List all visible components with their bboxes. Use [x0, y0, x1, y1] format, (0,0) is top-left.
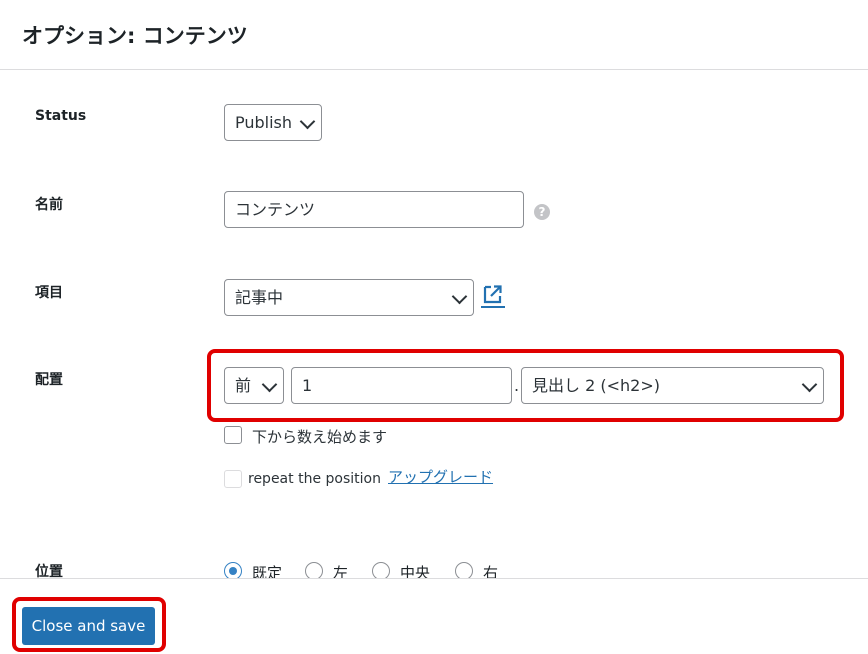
- count-from-bottom-checkbox[interactable]: [224, 426, 242, 444]
- placement-number-input[interactable]: 1: [291, 367, 512, 404]
- upgrade-link[interactable]: アップグレード: [388, 466, 493, 487]
- item-label: 項目: [35, 285, 63, 301]
- placement-heading-value: 見出し 2 (<h2>): [532, 376, 660, 395]
- options-form: Status Publish 名前 コンテンツ ? 項目 記事中 配置 前 1 …: [0, 71, 868, 578]
- alignment-radio-right[interactable]: [455, 562, 473, 578]
- status-select-value: Publish: [235, 113, 293, 132]
- placement-number-value: 1: [302, 376, 313, 395]
- item-select-value: 記事中: [235, 288, 284, 307]
- chevron-down-icon: [299, 113, 316, 130]
- alignment-radio-left[interactable]: [305, 562, 323, 578]
- alignment-radio-center[interactable]: [372, 562, 390, 578]
- item-select[interactable]: 記事中: [224, 279, 474, 316]
- chevron-down-icon: [261, 376, 278, 393]
- close-and-save-button[interactable]: Close and save: [22, 607, 155, 645]
- count-from-bottom-label: 下から数え始めます: [252, 428, 388, 446]
- name-input[interactable]: コンテンツ: [224, 191, 524, 228]
- dialog-title: オプション: コンテンツ: [22, 24, 248, 48]
- name-input-value: コンテンツ: [235, 200, 316, 219]
- external-link-icon[interactable]: [480, 282, 506, 310]
- chevron-down-icon: [451, 288, 468, 305]
- repeat-position-checkbox[interactable]: [224, 470, 242, 488]
- alignment-radio-default[interactable]: [224, 562, 242, 578]
- placement-separator: .: [514, 376, 520, 395]
- placement-label: 配置: [35, 372, 63, 388]
- alignment-label: 位置: [35, 564, 63, 578]
- alignment-radio-center-label: 中央: [400, 564, 431, 578]
- repeat-position-label: repeat the position: [248, 471, 381, 487]
- placement-position-value: 前: [235, 376, 252, 395]
- alignment-radio-right-label: 右: [483, 564, 499, 578]
- alignment-radio-left-label: 左: [333, 564, 349, 578]
- help-icon[interactable]: ?: [534, 204, 550, 220]
- placement-heading-select[interactable]: 見出し 2 (<h2>): [521, 367, 824, 404]
- chevron-down-icon: [801, 376, 818, 393]
- placement-position-select[interactable]: 前: [224, 367, 284, 404]
- alignment-radio-default-label: 既定: [252, 564, 283, 578]
- status-label: Status: [35, 108, 87, 124]
- status-select[interactable]: Publish: [224, 104, 322, 141]
- dialog-header: オプション: コンテンツ: [0, 0, 868, 70]
- name-label: 名前: [35, 197, 63, 213]
